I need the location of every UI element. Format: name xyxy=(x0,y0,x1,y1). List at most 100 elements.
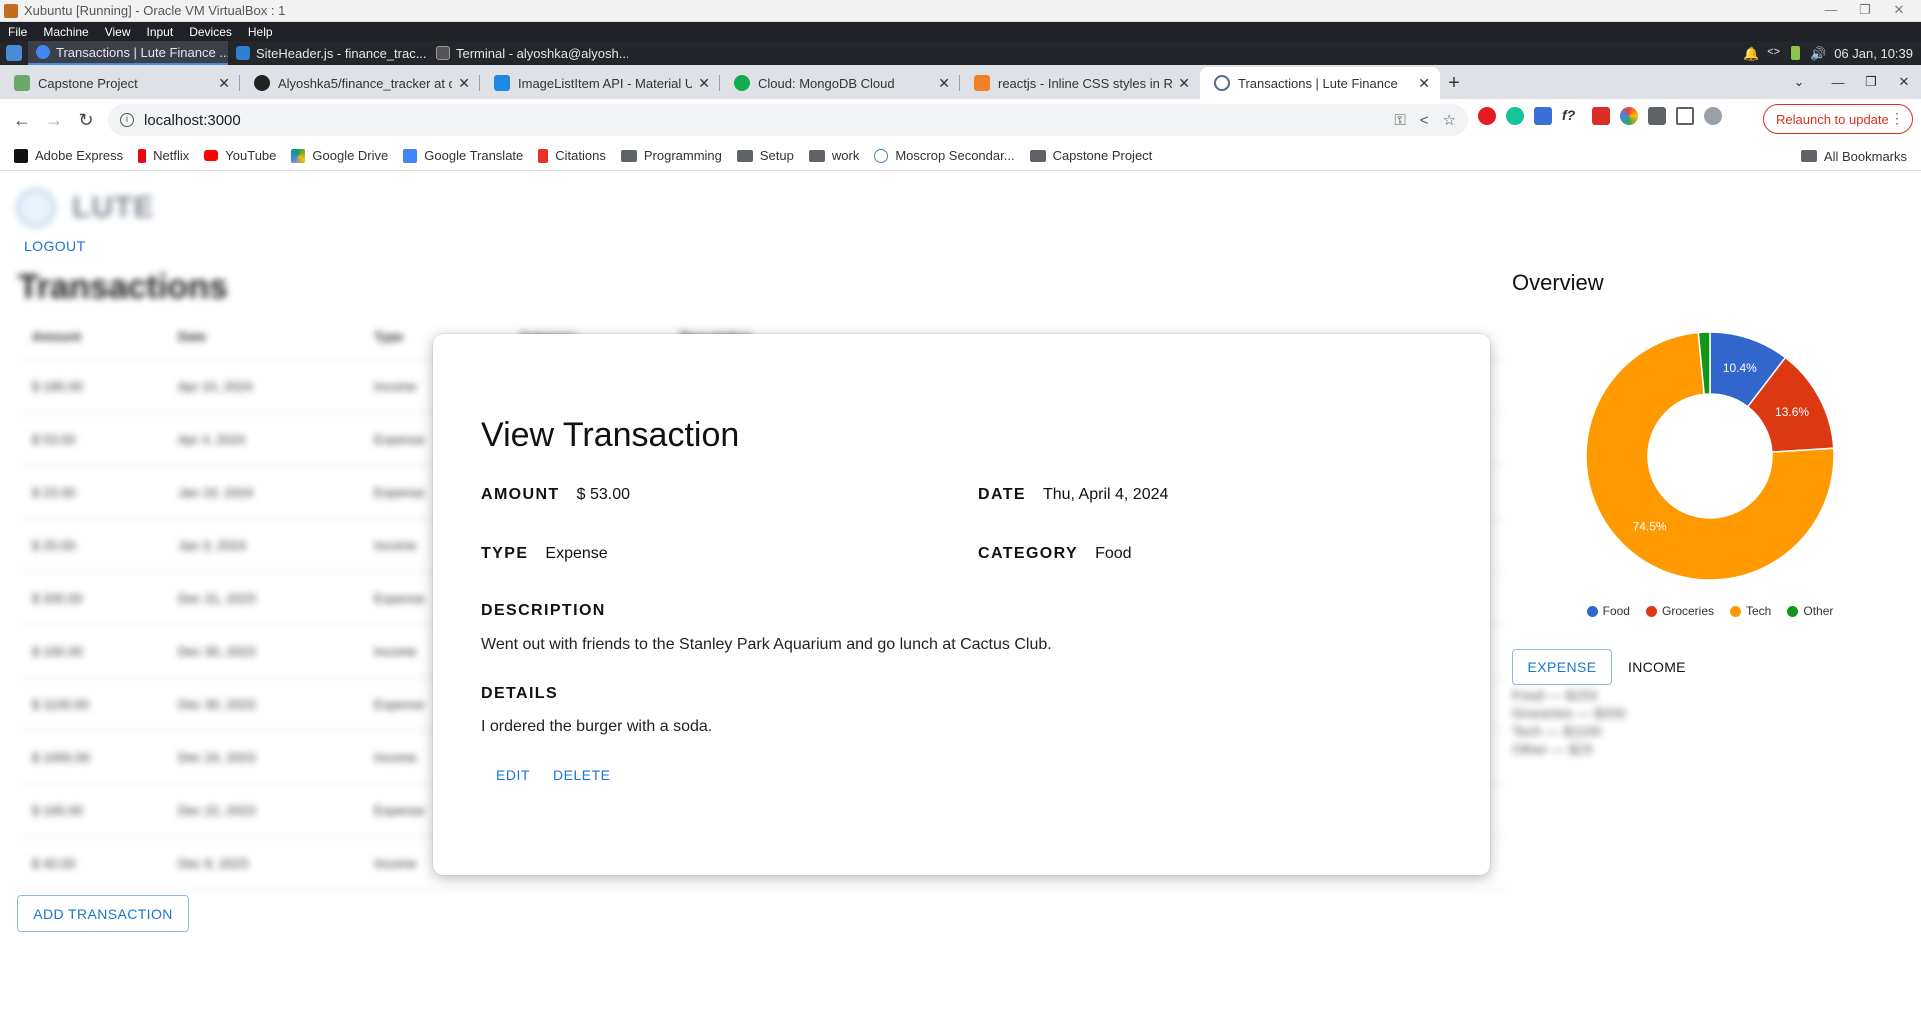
tab-label: Cloud: MongoDB Cloud xyxy=(758,75,895,91)
color-extension-icon[interactable] xyxy=(1620,107,1638,125)
tab-github[interactable]: Alyoshka5/finance_tracker at d ✕ xyxy=(240,67,480,99)
income-toggle-button[interactable]: INCOME xyxy=(1628,659,1686,675)
taskbar-item-terminal[interactable]: Terminal - alyoshka@alyosh... xyxy=(428,41,628,65)
minimize-browser-button[interactable]: — xyxy=(1822,65,1854,99)
stackoverflow-favicon-icon xyxy=(974,75,990,91)
bookmark-adobe-express[interactable]: Adobe Express xyxy=(14,148,123,163)
color-picker-extension-icon[interactable] xyxy=(1534,107,1552,125)
bookmark-label: work xyxy=(831,148,860,163)
legend-item-groceries[interactable]: Groceries xyxy=(1645,604,1714,618)
close-tab-icon[interactable]: ✕ xyxy=(218,75,230,92)
tab-search-chevron-icon[interactable]: ⌄ xyxy=(1783,65,1815,99)
bookmark-folder-setup[interactable]: Setup xyxy=(736,148,794,163)
close-tab-icon[interactable]: ✕ xyxy=(698,75,710,92)
legend-item-other[interactable]: Other xyxy=(1787,604,1833,618)
tab-lute-finance[interactable]: Transactions | Lute Finance ✕ xyxy=(1200,67,1440,99)
forward-arrow-icon[interactable]: → xyxy=(38,104,70,136)
close-tab-icon[interactable]: ✕ xyxy=(1418,75,1430,92)
screen-capture-extension-icon[interactable] xyxy=(1592,107,1610,125)
menu-view[interactable]: View xyxy=(97,25,139,39)
legend-item-food[interactable]: Food xyxy=(1586,604,1630,618)
grammarly-extension-icon[interactable] xyxy=(1506,107,1524,125)
google-drive-icon xyxy=(291,148,306,163)
extensions-puzzle-icon[interactable] xyxy=(1648,107,1666,125)
new-tab-button[interactable]: + xyxy=(1440,67,1468,99)
bookmark-label: Moscrop Secondar... xyxy=(895,148,1015,163)
address-bar[interactable]: i localhost:3000 ⚿ < ☆ xyxy=(108,104,1468,136)
more-menu-icon[interactable]: ⋮ xyxy=(1890,110,1904,126)
row-date: Jan 19, 2024 xyxy=(178,484,254,500)
row-amount: $ 1100.00 xyxy=(32,696,89,712)
row-amount: $ 100.00 xyxy=(32,643,83,659)
close-tab-icon[interactable]: ✕ xyxy=(938,75,950,92)
menu-input[interactable]: Input xyxy=(139,25,182,39)
bookmark-label: Citations xyxy=(555,148,606,163)
volume-icon[interactable]: 🔊 xyxy=(1810,46,1826,61)
delete-button[interactable]: DELETE xyxy=(553,767,610,783)
reload-icon[interactable]: ↻ xyxy=(70,104,102,136)
all-bookmarks-label: All Bookmarks xyxy=(1823,148,1907,164)
back-arrow-icon[interactable]: ← xyxy=(6,104,38,136)
battery-icon[interactable] xyxy=(1791,46,1801,60)
menu-devices[interactable]: Devices xyxy=(181,25,240,39)
bookmark-google-translate[interactable]: Google Translate xyxy=(403,148,523,163)
tab-label: Transactions | Lute Finance xyxy=(1238,75,1398,91)
row-amount: $ 190.00 xyxy=(32,378,83,394)
password-key-icon[interactable]: ⚿ xyxy=(1394,112,1405,129)
relaunch-to-update-button[interactable]: Relaunch to update ⋮ xyxy=(1763,104,1913,134)
side-panel-icon[interactable] xyxy=(1676,107,1694,125)
bookmark-youtube[interactable]: YouTube xyxy=(204,148,276,163)
bookmark-folder-programming[interactable]: Programming xyxy=(620,148,722,163)
url-text[interactable]: localhost:3000 xyxy=(144,112,241,129)
column-header-date[interactable]: Date xyxy=(178,329,374,344)
notification-bell-icon[interactable]: 🔔 xyxy=(1743,46,1759,61)
profile-avatar[interactable] xyxy=(1704,107,1722,125)
expense-toggle-button[interactable]: EXPENSE xyxy=(1512,649,1612,685)
site-info-icon[interactable]: i xyxy=(120,113,134,127)
all-bookmarks-button[interactable]: All Bookmarks xyxy=(1800,141,1907,171)
taskbar-item-chrome[interactable]: Transactions | Lute Finance ... xyxy=(28,41,228,65)
close-tab-icon[interactable]: ✕ xyxy=(1178,75,1190,92)
whisker-menu-icon[interactable] xyxy=(6,45,22,61)
network-icon[interactable]: <> xyxy=(1767,46,1781,60)
menu-machine[interactable]: Machine xyxy=(35,25,96,39)
opera-extension-icon[interactable] xyxy=(1478,107,1496,125)
formula-extension-icon[interactable]: f? xyxy=(1562,107,1582,125)
add-transaction-button[interactable]: ADD TRANSACTION xyxy=(17,895,189,932)
category-donut-chart[interactable]: 10.4% 13.6% 74.5% xyxy=(1580,326,1840,586)
share-icon[interactable]: < xyxy=(1420,112,1429,129)
type-label: TYPE xyxy=(481,545,529,562)
edit-button[interactable]: EDIT xyxy=(496,767,530,783)
relaunch-label: Relaunch to update xyxy=(1776,111,1889,127)
view-transaction-modal: View Transaction AMOUNT $ 53.00 DATE Thu… xyxy=(433,334,1490,875)
folder-icon xyxy=(620,149,637,162)
menu-file[interactable]: File xyxy=(0,25,35,39)
bookmark-netflix[interactable]: Netflix xyxy=(138,148,189,163)
legend-item-tech[interactable]: Tech xyxy=(1730,604,1771,618)
modal-title: View Transaction xyxy=(481,416,740,454)
row-date: Dec 22, 2023 xyxy=(178,802,256,818)
bookmark-folder-work[interactable]: work xyxy=(808,148,860,163)
row-amount: $ 23.00 xyxy=(32,484,76,500)
minimize-window-button[interactable]: — xyxy=(1815,0,1847,22)
bookmark-folder-capstone[interactable]: Capstone Project xyxy=(1029,148,1152,163)
tab-material-ui[interactable]: ImageListItem API - Material U ✕ xyxy=(480,67,720,99)
restore-window-button[interactable]: ❐ xyxy=(1849,0,1881,22)
taskbar-item-vscode[interactable]: SiteHeader.js - finance_trac... xyxy=(228,41,428,65)
logout-button[interactable]: LOGOUT xyxy=(24,238,86,254)
menu-help[interactable]: Help xyxy=(240,25,281,39)
column-header-amount[interactable]: Amount xyxy=(18,329,178,344)
bookmark-citations[interactable]: Citations xyxy=(538,148,606,163)
close-browser-button[interactable]: ✕ xyxy=(1888,65,1920,99)
tab-stackoverflow[interactable]: reactjs - Inline CSS styles in Re ✕ xyxy=(960,67,1200,99)
bookmark-star-icon[interactable]: ☆ xyxy=(1443,111,1456,129)
bookmark-moscrop[interactable]: Moscrop Secondar... xyxy=(874,148,1015,163)
lute-logo[interactable]: LUTE xyxy=(16,188,154,228)
close-window-button[interactable]: ✕ xyxy=(1883,0,1915,22)
bookmark-google-drive[interactable]: Google Drive xyxy=(291,148,388,163)
restore-browser-button[interactable]: ❐ xyxy=(1855,65,1887,99)
tab-capstone-project[interactable]: Capstone Project ✕ xyxy=(0,67,240,99)
tab-mongodb[interactable]: Cloud: MongoDB Cloud ✕ xyxy=(720,67,960,99)
close-tab-icon[interactable]: ✕ xyxy=(458,75,470,92)
panel-clock[interactable]: 06 Jan, 10:39 xyxy=(1834,46,1913,61)
